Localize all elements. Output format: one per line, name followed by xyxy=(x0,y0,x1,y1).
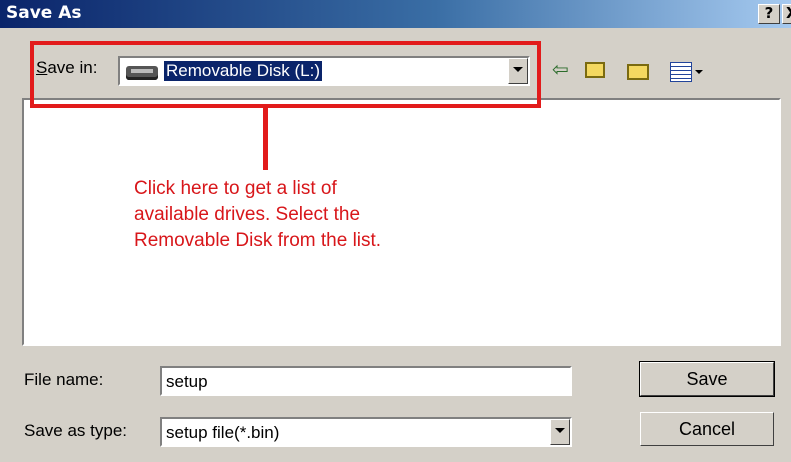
back-arrow-icon[interactable]: ⇦ xyxy=(552,60,569,80)
view-menu-icon[interactable] xyxy=(670,62,692,82)
title-bar: Save As ? X xyxy=(0,0,791,28)
annotation-text: Click here to get a list of available dr… xyxy=(134,176,474,254)
window-title: Save As xyxy=(6,3,82,23)
file-name-label: File name: xyxy=(24,370,104,389)
save-as-type-dropdown[interactable]: setup file(*.bin) xyxy=(160,417,572,447)
save-button[interactable]: Save xyxy=(639,361,775,397)
annotation-line: Removable Disk from the list. xyxy=(134,230,382,251)
new-folder-icon[interactable] xyxy=(627,64,649,80)
up-folder-icon[interactable] xyxy=(585,62,605,78)
annotation-highlight-box xyxy=(30,41,541,108)
save-as-type-value: setup file(*.bin) xyxy=(166,423,280,442)
annotation-line: available drives. Select the xyxy=(134,204,361,225)
chevron-down-icon[interactable] xyxy=(550,419,570,445)
cancel-button[interactable]: Cancel xyxy=(640,412,774,446)
help-button[interactable]: ? xyxy=(758,4,780,24)
view-menu-chevron-icon[interactable] xyxy=(695,70,703,74)
close-button[interactable]: X xyxy=(782,4,791,24)
annotation-line: Click here to get a list of xyxy=(134,178,337,199)
annotation-pointer-line xyxy=(263,108,268,170)
file-name-input[interactable]: setup xyxy=(160,366,572,396)
save-as-type-label: Save as type: xyxy=(24,421,128,440)
